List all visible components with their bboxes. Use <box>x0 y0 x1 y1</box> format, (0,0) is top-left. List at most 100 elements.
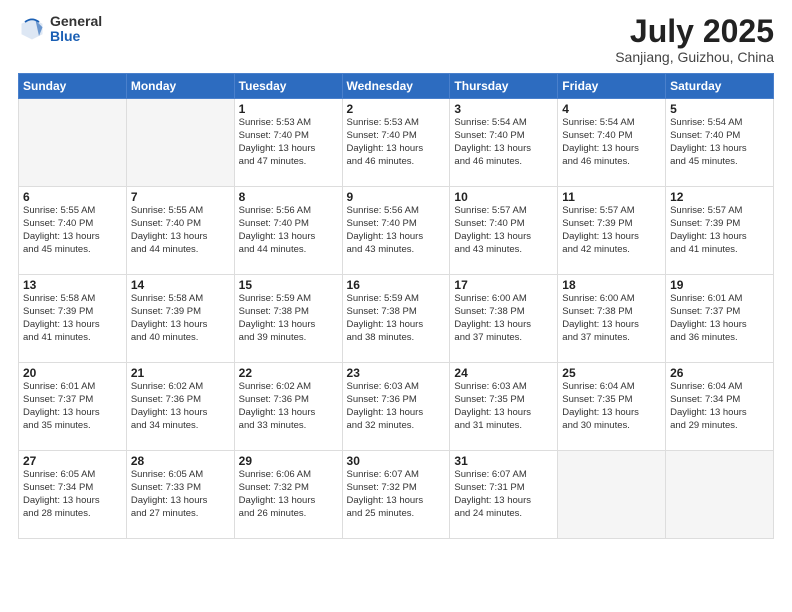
day-cell: 3Sunrise: 5:54 AM Sunset: 7:40 PM Daylig… <box>450 99 558 187</box>
page: General Blue July 2025 Sanjiang, Guizhou… <box>0 0 792 612</box>
day-info: Sunrise: 5:57 AM Sunset: 7:40 PM Dayligh… <box>454 205 553 256</box>
col-saturday: Saturday <box>666 74 774 99</box>
day-number: 15 <box>239 278 338 292</box>
day-info: Sunrise: 5:55 AM Sunset: 7:40 PM Dayligh… <box>131 205 230 256</box>
day-cell: 27Sunrise: 6:05 AM Sunset: 7:34 PM Dayli… <box>19 451 127 539</box>
day-number: 22 <box>239 366 338 380</box>
day-cell <box>19 99 127 187</box>
day-cell: 4Sunrise: 5:54 AM Sunset: 7:40 PM Daylig… <box>558 99 666 187</box>
day-info: Sunrise: 6:04 AM Sunset: 7:35 PM Dayligh… <box>562 381 661 432</box>
logo-icon <box>18 15 46 43</box>
week-row-5: 27Sunrise: 6:05 AM Sunset: 7:34 PM Dayli… <box>19 451 774 539</box>
logo-blue: Blue <box>50 29 102 44</box>
day-cell: 28Sunrise: 6:05 AM Sunset: 7:33 PM Dayli… <box>126 451 234 539</box>
day-info: Sunrise: 6:01 AM Sunset: 7:37 PM Dayligh… <box>670 293 769 344</box>
day-cell: 15Sunrise: 5:59 AM Sunset: 7:38 PM Dayli… <box>234 275 342 363</box>
day-cell: 17Sunrise: 6:00 AM Sunset: 7:38 PM Dayli… <box>450 275 558 363</box>
day-cell: 6Sunrise: 5:55 AM Sunset: 7:40 PM Daylig… <box>19 187 127 275</box>
day-number: 21 <box>131 366 230 380</box>
day-info: Sunrise: 5:56 AM Sunset: 7:40 PM Dayligh… <box>347 205 446 256</box>
day-cell: 19Sunrise: 6:01 AM Sunset: 7:37 PM Dayli… <box>666 275 774 363</box>
day-number: 16 <box>347 278 446 292</box>
day-number: 8 <box>239 190 338 204</box>
logo-text: General Blue <box>50 14 102 45</box>
day-number: 19 <box>670 278 769 292</box>
day-info: Sunrise: 5:59 AM Sunset: 7:38 PM Dayligh… <box>239 293 338 344</box>
day-cell: 10Sunrise: 5:57 AM Sunset: 7:40 PM Dayli… <box>450 187 558 275</box>
week-row-1: 1Sunrise: 5:53 AM Sunset: 7:40 PM Daylig… <box>19 99 774 187</box>
day-info: Sunrise: 6:07 AM Sunset: 7:31 PM Dayligh… <box>454 469 553 520</box>
week-row-4: 20Sunrise: 6:01 AM Sunset: 7:37 PM Dayli… <box>19 363 774 451</box>
day-number: 30 <box>347 454 446 468</box>
day-cell: 7Sunrise: 5:55 AM Sunset: 7:40 PM Daylig… <box>126 187 234 275</box>
day-number: 29 <box>239 454 338 468</box>
day-cell: 16Sunrise: 5:59 AM Sunset: 7:38 PM Dayli… <box>342 275 450 363</box>
day-cell: 9Sunrise: 5:56 AM Sunset: 7:40 PM Daylig… <box>342 187 450 275</box>
day-cell <box>558 451 666 539</box>
logo-general: General <box>50 14 102 29</box>
day-number: 28 <box>131 454 230 468</box>
day-cell: 21Sunrise: 6:02 AM Sunset: 7:36 PM Dayli… <box>126 363 234 451</box>
day-info: Sunrise: 6:02 AM Sunset: 7:36 PM Dayligh… <box>239 381 338 432</box>
day-number: 1 <box>239 102 338 116</box>
day-cell <box>666 451 774 539</box>
week-row-2: 6 Sunrise: 5:55 AM Sunset: 7:40 PM Daylig… <box>19 187 774 275</box>
day-number: 13 <box>23 278 122 292</box>
header-row: Sunday Monday Tuesday Wednesday Thursday… <box>19 74 774 99</box>
day-cell: 1Sunrise: 5:53 AM Sunset: 7:40 PM Daylig… <box>234 99 342 187</box>
col-tuesday: Tuesday <box>234 74 342 99</box>
col-thursday: Thursday <box>450 74 558 99</box>
col-friday: Friday <box>558 74 666 99</box>
day-number: 20 <box>23 366 122 380</box>
day-info: Sunrise: 5:54 AM Sunset: 7:40 PM Dayligh… <box>562 117 661 168</box>
day-cell: 11Sunrise: 5:57 AM Sunset: 7:39 PM Dayli… <box>558 187 666 275</box>
day-info: Sunrise: 5:57 AM Sunset: 7:39 PM Dayligh… <box>562 205 661 256</box>
day-info: Sunrise: 5:57 AM Sunset: 7:39 PM Dayligh… <box>670 205 769 256</box>
day-info: Sunrise: 6:04 AM Sunset: 7:34 PM Dayligh… <box>670 381 769 432</box>
day-info: Sunrise: 5:58 AM Sunset: 7:39 PM Dayligh… <box>23 293 122 344</box>
location-subtitle: Sanjiang, Guizhou, China <box>615 49 774 65</box>
day-number: 12 <box>670 190 769 204</box>
day-cell: 24Sunrise: 6:03 AM Sunset: 7:35 PM Dayli… <box>450 363 558 451</box>
col-wednesday: Wednesday <box>342 74 450 99</box>
day-cell: 20Sunrise: 6:01 AM Sunset: 7:37 PM Dayli… <box>19 363 127 451</box>
day-number: 26 <box>670 366 769 380</box>
day-cell: 14Sunrise: 5:58 AM Sunset: 7:39 PM Dayli… <box>126 275 234 363</box>
day-cell: 26Sunrise: 6:04 AM Sunset: 7:34 PM Dayli… <box>666 363 774 451</box>
day-cell: 18Sunrise: 6:00 AM Sunset: 7:38 PM Dayli… <box>558 275 666 363</box>
day-number: 10 <box>454 190 553 204</box>
col-sunday: Sunday <box>19 74 127 99</box>
day-info: Sunrise: 6:00 AM Sunset: 7:38 PM Dayligh… <box>454 293 553 344</box>
day-cell: 13Sunrise: 5:58 AM Sunset: 7:39 PM Dayli… <box>19 275 127 363</box>
day-number: 3 <box>454 102 553 116</box>
day-info: Sunrise: 5:58 AM Sunset: 7:39 PM Dayligh… <box>131 293 230 344</box>
day-info: Sunrise: 5:56 AM Sunset: 7:40 PM Dayligh… <box>239 205 338 256</box>
day-number: 4 <box>562 102 661 116</box>
day-info: Sunrise: 5:53 AM Sunset: 7:40 PM Dayligh… <box>347 117 446 168</box>
day-number: 11 <box>562 190 661 204</box>
calendar: Sunday Monday Tuesday Wednesday Thursday… <box>18 73 774 539</box>
day-cell: 5Sunrise: 5:54 AM Sunset: 7:40 PM Daylig… <box>666 99 774 187</box>
day-cell <box>126 99 234 187</box>
week-row-3: 13Sunrise: 5:58 AM Sunset: 7:39 PM Dayli… <box>19 275 774 363</box>
day-cell: 22Sunrise: 6:02 AM Sunset: 7:36 PM Dayli… <box>234 363 342 451</box>
logo: General Blue <box>18 14 102 45</box>
day-info: Sunrise: 5:59 AM Sunset: 7:38 PM Dayligh… <box>347 293 446 344</box>
day-info: Sunrise: 5:53 AM Sunset: 7:40 PM Dayligh… <box>239 117 338 168</box>
day-info: Sunrise: 5:54 AM Sunset: 7:40 PM Dayligh… <box>454 117 553 168</box>
day-cell: 25Sunrise: 6:04 AM Sunset: 7:35 PM Dayli… <box>558 363 666 451</box>
day-info: Sunrise: 6:05 AM Sunset: 7:34 PM Dayligh… <box>23 469 122 520</box>
day-info: Sunrise: 6:02 AM Sunset: 7:36 PM Dayligh… <box>131 381 230 432</box>
day-info: Sunrise: 6:03 AM Sunset: 7:36 PM Dayligh… <box>347 381 446 432</box>
day-number: 23 <box>347 366 446 380</box>
day-cell: 29Sunrise: 6:06 AM Sunset: 7:32 PM Dayli… <box>234 451 342 539</box>
day-number: 6 <box>23 190 122 204</box>
day-number: 27 <box>23 454 122 468</box>
day-info: Sunrise: 6:07 AM Sunset: 7:32 PM Dayligh… <box>347 469 446 520</box>
day-info: Sunrise: 5:54 AM Sunset: 7:40 PM Dayligh… <box>670 117 769 168</box>
day-number: 31 <box>454 454 553 468</box>
day-cell: 2Sunrise: 5:53 AM Sunset: 7:40 PM Daylig… <box>342 99 450 187</box>
day-number: 17 <box>454 278 553 292</box>
day-number: 7 <box>131 190 230 204</box>
day-info: Sunrise: 6:01 AM Sunset: 7:37 PM Dayligh… <box>23 381 122 432</box>
